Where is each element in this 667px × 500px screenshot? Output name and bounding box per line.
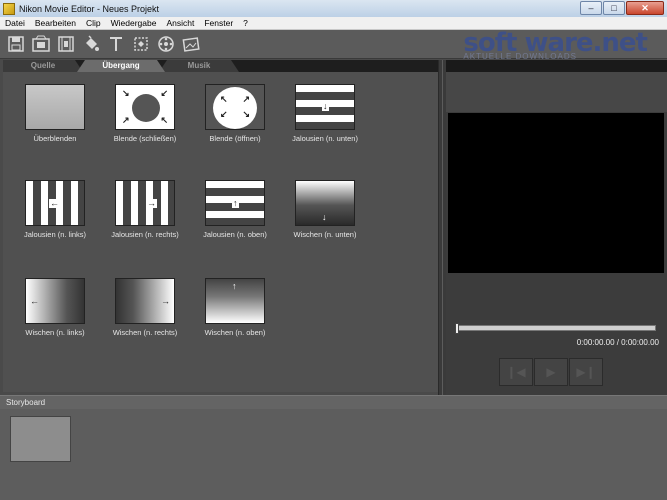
paint-bucket-icon[interactable] <box>81 34 101 54</box>
transition-label: Überblenden <box>33 134 77 143</box>
scrubber-handle[interactable] <box>455 323 459 334</box>
menu-clip[interactable]: Clip <box>81 18 106 28</box>
transition-item[interactable]: ↓ Jalousien (n. unten) <box>285 84 365 143</box>
storyboard-slot[interactable] <box>10 416 71 462</box>
import-icon[interactable] <box>31 34 51 54</box>
previous-frame-icon: ❙◀ <box>506 365 526 379</box>
previous-frame-button[interactable]: ❙◀ <box>499 358 533 386</box>
menu-ansicht[interactable]: Ansicht <box>161 18 199 28</box>
menu-help[interactable]: ? <box>238 18 253 28</box>
transition-item[interactable]: → Wischen (n. rechts) <box>105 278 185 337</box>
menu-datei[interactable]: Datei <box>0 18 30 28</box>
arrow-out-icon: ↖ <box>220 94 228 104</box>
crossfade-thumbnail <box>25 84 85 130</box>
transition-label: Jalousien (n. rechts) <box>111 230 179 239</box>
transition-item[interactable]: ← Wischen (n. links) <box>15 278 95 337</box>
transition-panel: Überblenden ↘ ↙ ↗ ↖ Blende (schließen) ↖… <box>3 72 438 392</box>
arrow-left-icon: ← <box>49 198 60 208</box>
video-preview <box>448 113 664 273</box>
iris-open-thumbnail: ↖ ↗ ↙ ↘ <box>205 84 265 130</box>
blinds-up-thumbnail: ↑ <box>205 180 265 226</box>
arrow-in-icon: ↗ <box>122 115 130 125</box>
next-frame-icon: ▶❙ <box>576 365 596 379</box>
maximize-button[interactable]: □ <box>603 1 625 15</box>
app-icon <box>3 2 15 15</box>
transition-label: Wischen (n. rechts) <box>112 328 178 337</box>
transition-item[interactable]: ↖ ↗ ↙ ↘ Blende (öffnen) <box>195 84 275 143</box>
transition-label: Jalousien (n. oben) <box>203 230 267 239</box>
transition-item[interactable]: ↓ Wischen (n. unten) <box>285 180 365 239</box>
wipe-right-thumbnail: → <box>115 278 175 324</box>
arrow-in-icon: ↖ <box>160 115 168 125</box>
blinds-left-thumbnail: ← <box>25 180 85 226</box>
play-button[interactable]: ▶ <box>534 358 568 386</box>
tab-uebergang[interactable]: Übergang <box>77 60 165 72</box>
minimize-button[interactable]: – <box>580 1 602 15</box>
transition-label: Blende (öffnen) <box>209 134 261 143</box>
next-frame-button[interactable]: ▶❙ <box>569 358 603 386</box>
transition-label: Blende (schließen) <box>113 134 177 143</box>
storyboard-label: Storyboard <box>6 398 46 407</box>
wipe-left-thumbnail: ← <box>25 278 85 324</box>
timeline-scrubber[interactable] <box>455 323 656 334</box>
transition-item[interactable]: ↘ ↙ ↗ ↖ Blende (schließen) <box>105 84 185 143</box>
arrow-right-icon: → <box>161 296 170 306</box>
window-title: Nikon Movie Editor - Neues Projekt <box>19 3 160 14</box>
arrow-left-icon: ← <box>30 296 39 306</box>
arrow-down-icon: ↓ <box>322 212 327 222</box>
arrow-down-icon: ↓ <box>322 101 329 111</box>
transition-label: Jalousien (n. unten) <box>292 134 358 143</box>
tab-musik[interactable]: Musik <box>159 60 239 72</box>
arrow-in-icon: ↙ <box>160 88 168 98</box>
arrow-out-icon: ↘ <box>242 109 250 119</box>
watermark-logo: soft ware.net AKTUELLE DOWNLOADS <box>463 30 648 61</box>
timecode: 0:00:00.00 / 0:00:00.00 <box>576 338 659 347</box>
close-button[interactable]: ✕ <box>626 1 664 15</box>
menu-bearbeiten[interactable]: Bearbeiten <box>30 18 81 28</box>
iris-close-thumbnail: ↘ ↙ ↗ ↖ <box>115 84 175 130</box>
preview-topbar <box>446 72 667 112</box>
arrow-right-icon: → <box>146 198 157 208</box>
menu-fenster[interactable]: Fenster <box>199 18 238 28</box>
arrow-up-icon: ↑ <box>232 198 239 208</box>
transition-item[interactable]: → Jalousien (n. rechts) <box>105 180 185 239</box>
tab-bar: Quelle Musik Übergang <box>3 60 438 72</box>
transition-label: Wischen (n. unten) <box>293 230 357 239</box>
arrow-in-icon: ↘ <box>122 88 130 98</box>
tab-quelle[interactable]: Quelle <box>3 60 83 72</box>
text-icon[interactable] <box>106 34 126 54</box>
window-controls: – □ ✕ <box>580 1 664 15</box>
filmstrip-icon[interactable] <box>56 34 76 54</box>
transition-item[interactable]: ↑ Jalousien (n. oben) <box>195 180 275 239</box>
transition-label: Wischen (n. links) <box>25 328 85 337</box>
transition-item[interactable]: Überblenden <box>15 84 95 143</box>
panel-splitter[interactable] <box>438 60 446 395</box>
title-bar: Nikon Movie Editor - Neues Projekt – □ ✕ <box>0 0 667 17</box>
wipe-down-thumbnail: ↓ <box>295 180 355 226</box>
transition-item[interactable]: ↑ Wischen (n. oben) <box>195 278 275 337</box>
menu-wiedergabe[interactable]: Wiedergabe <box>106 18 162 28</box>
playback-controls: ❙◀ ▶ ▶❙ <box>499 358 603 386</box>
arrow-up-icon: ↑ <box>232 281 237 291</box>
photo-icon[interactable] <box>181 34 201 54</box>
storyboard-header: Storyboard <box>0 395 667 409</box>
music-disc-icon[interactable] <box>156 34 176 54</box>
transition-item[interactable]: ← Jalousien (n. links) <box>15 180 95 239</box>
blinds-down-thumbnail: ↓ <box>295 84 355 130</box>
crop-icon[interactable] <box>131 34 151 54</box>
arrow-out-icon: ↙ <box>220 109 228 119</box>
wipe-up-thumbnail: ↑ <box>205 278 265 324</box>
save-icon[interactable] <box>6 34 26 54</box>
preview-panel: 0:00:00.00 / 0:00:00.00 ❙◀ ▶ ▶❙ <box>446 60 667 395</box>
storyboard <box>0 409 667 500</box>
preview-header <box>446 60 667 72</box>
transition-label: Jalousien (n. links) <box>23 230 87 239</box>
play-icon: ▶ <box>546 365 556 379</box>
transition-label: Wischen (n. oben) <box>204 328 266 337</box>
blinds-right-thumbnail: → <box>115 180 175 226</box>
arrow-out-icon: ↗ <box>242 94 250 104</box>
